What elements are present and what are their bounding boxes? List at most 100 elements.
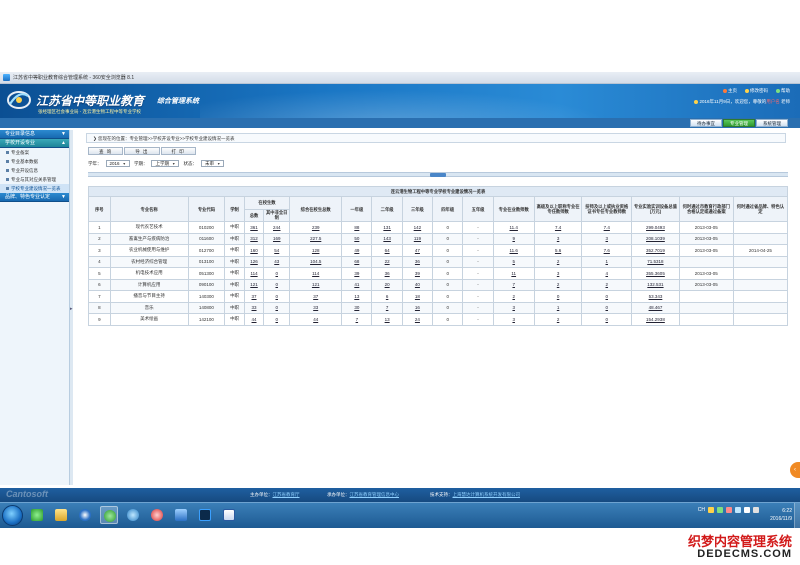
table-cell[interactable]: 239 <box>289 221 343 234</box>
table-cell[interactable]: 54 <box>263 244 291 257</box>
table-cell[interactable]: 44 <box>243 313 265 326</box>
table-cell[interactable]: 2 <box>533 255 583 268</box>
table-cell[interactable]: 30 <box>341 301 373 314</box>
org-link[interactable]: 江苏省教育管理信息中心 <box>350 492 400 497</box>
table-cell[interactable]: 352.7019 <box>631 244 680 257</box>
sidebar-group-catalog[interactable]: 专业目录信息 ▼ <box>0 130 69 139</box>
table-cell[interactable]: 41 <box>341 278 373 291</box>
sidebar-item-construction-overview[interactable]: 学校专业建设情况一览表 <box>0 184 69 193</box>
table-cell[interactable]: 2 <box>533 313 583 326</box>
taskbar-app-6[interactable] <box>148 506 166 524</box>
table-cell[interactable]: 47 <box>401 244 434 257</box>
taskbar-app-5[interactable] <box>124 506 142 524</box>
table-cell[interactable]: 37 <box>289 290 343 303</box>
sidebar-item-offering-info[interactable]: 专业开设信息 <box>0 166 69 175</box>
table-cell[interactable]: 312 <box>243 232 265 245</box>
table-cell[interactable]: 36 <box>401 255 434 268</box>
table-cell[interactable]: 2 <box>533 278 583 291</box>
language-indicator[interactable]: CH <box>698 507 705 513</box>
table-cell[interactable]: 7 <box>341 313 373 326</box>
table-cell[interactable]: 3 <box>492 301 535 314</box>
taskbar-app-word[interactable] <box>220 506 238 524</box>
table-cell[interactable]: 0 <box>263 313 291 326</box>
nav-system-management[interactable]: 系统管理 <box>756 119 788 127</box>
table-cell[interactable]: 33 <box>289 301 343 314</box>
sidebar-item-filing[interactable]: 专业备案 <box>0 148 69 157</box>
table-cell[interactable]: 0 <box>581 313 633 326</box>
sidebar-splitter[interactable]: ▸ <box>70 130 73 485</box>
tray-icon[interactable] <box>717 507 723 513</box>
taskbar-app-photoshop[interactable] <box>196 506 214 524</box>
tray-icon[interactable] <box>735 507 741 513</box>
table-cell[interactable]: 142 <box>401 221 434 234</box>
table-cell[interactable]: 1 <box>533 301 583 314</box>
table-cell[interactable]: 68 <box>341 255 373 268</box>
print-button[interactable]: 打 印 <box>160 147 196 155</box>
table-cell[interactable]: 88 <box>341 221 373 234</box>
table-cell[interactable]: 3 <box>533 232 583 245</box>
table-cell[interactable]: 13 <box>371 313 403 326</box>
table-cell[interactable]: 7 <box>492 278 535 291</box>
table-cell[interactable]: 39 <box>341 267 373 280</box>
collapse-bar[interactable] <box>88 172 788 177</box>
table-cell[interactable]: 43 <box>263 255 291 268</box>
table-cell[interactable]: 114 <box>289 267 343 280</box>
table-cell[interactable]: 299.0493 <box>631 221 680 234</box>
table-cell[interactable]: 0 <box>263 301 291 314</box>
taskbar-clock[interactable]: 6:22 2016/11/9 <box>770 507 792 523</box>
collapse-toggle-icon[interactable] <box>430 173 446 177</box>
nav-major-management[interactable]: 专业管理 <box>723 119 755 127</box>
table-cell[interactable]: 6 <box>371 290 403 303</box>
table-cell[interactable]: 0 <box>581 290 633 303</box>
table-cell[interactable]: 0 <box>533 290 583 303</box>
table-cell[interactable]: 0 <box>263 278 291 291</box>
table-cell[interactable]: 3 <box>492 313 535 326</box>
table-cell[interactable]: 33 <box>243 301 265 314</box>
start-button[interactable] <box>2 505 23 526</box>
nav-todo[interactable]: 待办事宜 <box>690 119 722 127</box>
table-cell[interactable]: 3 <box>533 267 583 280</box>
sidebar-item-relations[interactable]: 专业与其对应关系管理 <box>0 175 69 184</box>
table-cell[interactable]: 361 <box>243 221 265 234</box>
table-cell[interactable]: 119 <box>401 232 434 245</box>
volume-icon[interactable] <box>753 507 759 513</box>
table-cell[interactable]: 154.2938 <box>631 313 680 326</box>
home-link[interactable]: 主页 <box>723 88 737 94</box>
table-cell[interactable]: 121 <box>289 278 343 291</box>
table-cell[interactable]: 13 <box>341 290 373 303</box>
table-cell[interactable]: 11.4 <box>492 221 535 234</box>
table-cell[interactable]: 22 <box>371 255 403 268</box>
table-cell[interactable]: 7.4 <box>533 221 583 234</box>
table-cell[interactable]: 18 <box>401 290 434 303</box>
table-cell[interactable]: 39 <box>401 267 434 280</box>
help-link[interactable]: 帮助 <box>776 88 790 94</box>
table-cell[interactable]: 4 <box>581 267 633 280</box>
table-cell[interactable]: 53.343 <box>631 290 680 303</box>
term-select[interactable]: 上学期 ▼ <box>151 160 180 167</box>
table-cell[interactable]: 126 <box>243 255 265 268</box>
table-cell[interactable]: 24 <box>401 313 434 326</box>
table-cell[interactable]: 0 <box>263 290 291 303</box>
tech-link[interactable]: 上海慧达计算机系统开发有限公司 <box>453 492 521 497</box>
table-cell[interactable]: 7.4 <box>581 221 633 234</box>
table-cell[interactable]: 208.1039 <box>631 232 680 245</box>
table-cell[interactable]: 104.5 <box>289 255 343 268</box>
table-cell[interactable]: 1 <box>581 255 633 268</box>
sidebar-item-basic-data[interactable]: 专业基本数据 <box>0 157 69 166</box>
table-cell[interactable]: 114 <box>243 267 265 280</box>
float-tool-button[interactable]: ‹ <box>790 462 800 478</box>
table-cell[interactable]: 128 <box>289 244 343 257</box>
table-cell[interactable]: 244 <box>263 221 291 234</box>
table-cell[interactable]: 11 <box>492 267 535 280</box>
sidebar-group-school-majors[interactable]: 学校开设专业 ▲ <box>0 139 69 148</box>
table-cell[interactable]: 50 <box>341 232 373 245</box>
tray-icon[interactable] <box>726 507 732 513</box>
table-cell[interactable]: 44 <box>289 313 343 326</box>
network-icon[interactable] <box>744 507 750 513</box>
status-select[interactable]: 未审 ▼ <box>200 160 225 167</box>
tray-icon[interactable] <box>708 507 714 513</box>
taskbar-app-browser[interactable] <box>100 506 118 524</box>
table-cell[interactable]: 64 <box>371 244 403 257</box>
table-cell[interactable]: 49 <box>341 244 373 257</box>
table-cell[interactable]: 9 <box>492 232 535 245</box>
